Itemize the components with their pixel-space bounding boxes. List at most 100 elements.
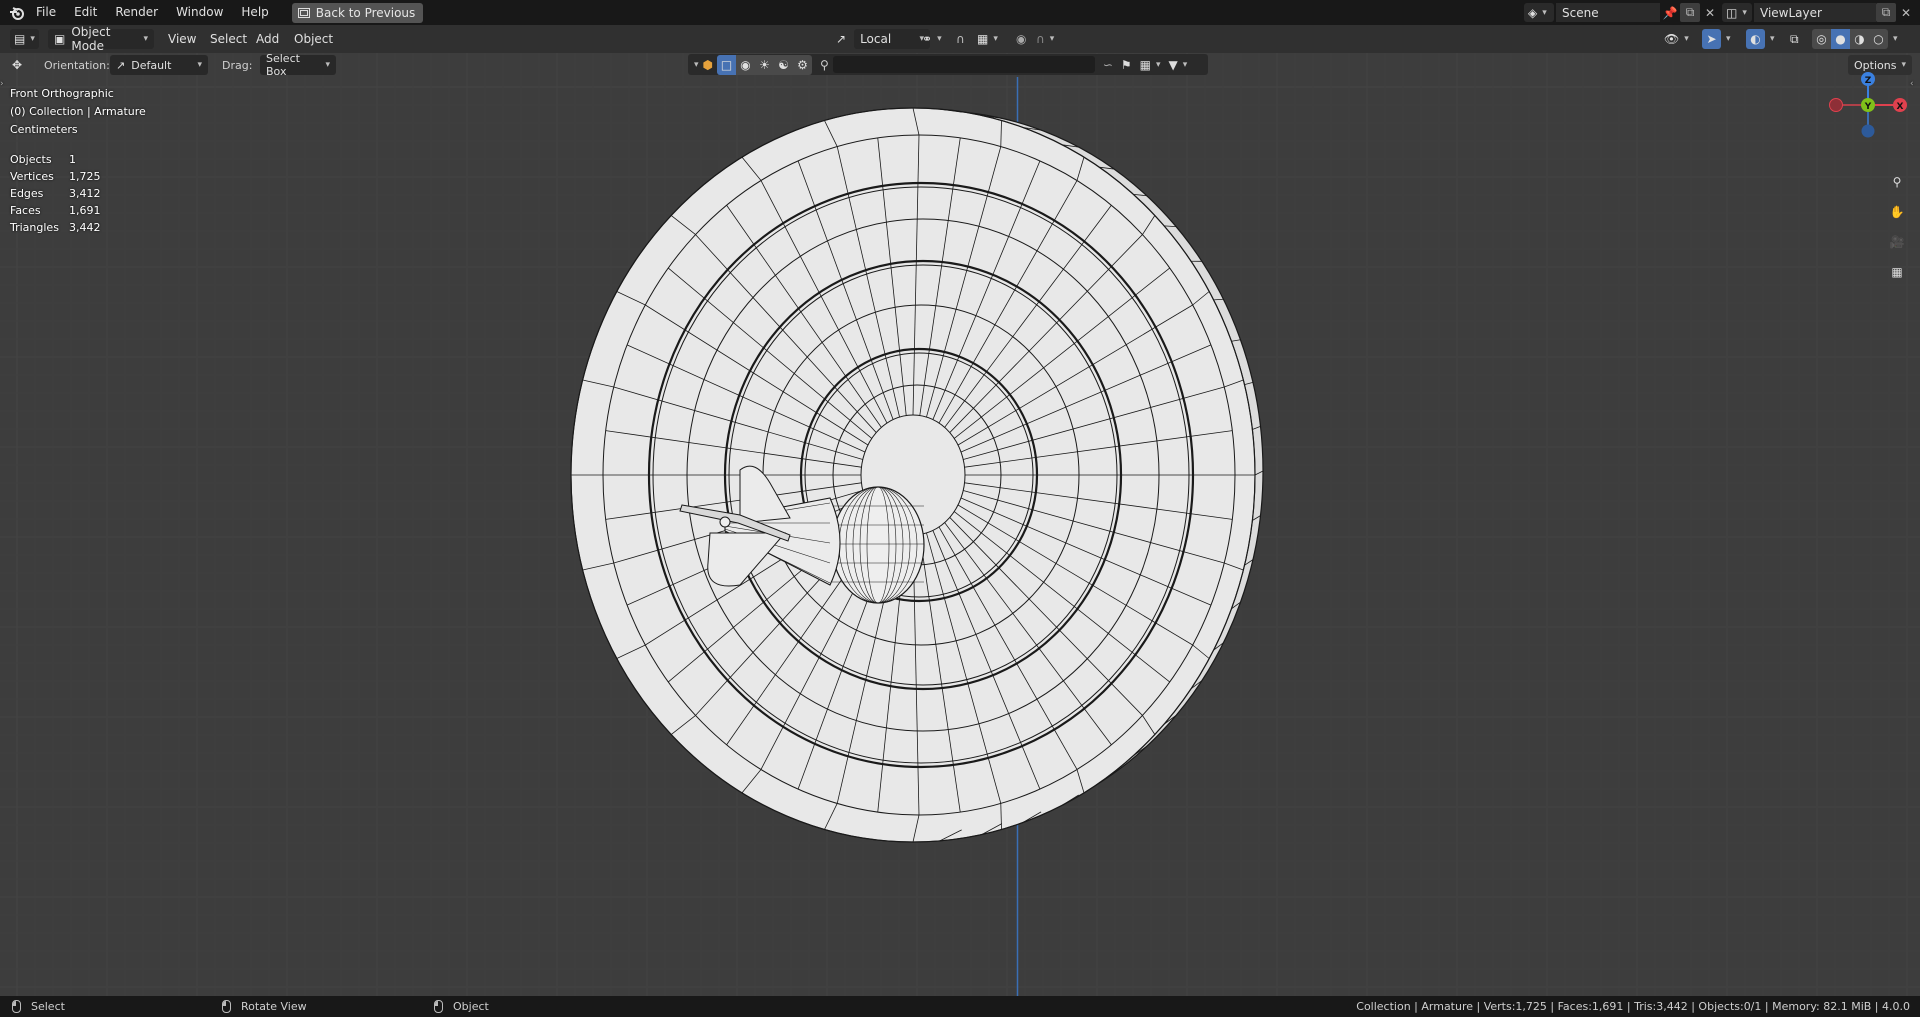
ortho-grid-icon[interactable]: ▦ [1886, 261, 1908, 283]
toolbar-expand-icon[interactable]: › [0, 79, 4, 89]
pivot-point-button[interactable]: ⚭ ▾ [922, 28, 942, 50]
menu-view[interactable]: View [168, 28, 196, 50]
chevron-down-icon: ▾ [1770, 34, 1775, 44]
scene-selector: ◈ ▾ Scene 📌 ⧉ ✕ [1524, 2, 1720, 23]
select-mode-icon[interactable]: □ [717, 54, 737, 75]
viewport-grid [0, 53, 1920, 996]
z-axis-label: Z [1865, 76, 1872, 86]
mode-dropdown[interactable]: ▣ Object Mode ▾ [48, 25, 154, 53]
drag-dropdown[interactable]: Select Box ▾ [260, 53, 336, 78]
chevron-down-icon: ▾ [1726, 34, 1731, 44]
pin-scene-icon[interactable]: 📌 [1660, 3, 1680, 22]
menu-render[interactable]: Render [106, 0, 167, 25]
magnet-icon: ∩ [956, 32, 965, 46]
stat-label: Triangles [10, 221, 59, 234]
solid-shading-icon[interactable]: ● [1831, 29, 1850, 49]
scene-info-text: Collection | Armature | Verts:1,725 | Fa… [1356, 1000, 1910, 1013]
search-input[interactable] [832, 56, 1095, 73]
wireframe-shading-icon[interactable]: ◎ [1812, 29, 1831, 49]
negative-z-axis-handle[interactable] [1861, 124, 1875, 138]
view-layer-name-field[interactable]: ViewLayer [1754, 3, 1876, 22]
mesh-object[interactable] [570, 107, 1264, 843]
material-shading-icon[interactable]: ◑ [1850, 29, 1869, 49]
transform-orientation-label: Local [860, 32, 892, 46]
new-scene-icon[interactable]: ⧉ [1680, 3, 1700, 22]
back-to-previous-button[interactable]: Back to Previous [291, 2, 424, 23]
menu-edit[interactable]: Edit [65, 0, 106, 25]
visibility-button[interactable]: 👁 ▾ [1664, 28, 1689, 50]
snap-target-button[interactable]: ▦ ▾ [977, 28, 998, 50]
scene-name-field[interactable]: Scene [1556, 3, 1660, 22]
menu-object[interactable]: Object [294, 28, 333, 50]
screen-icon [297, 7, 310, 18]
chevron-down-icon: ▾ [30, 34, 35, 44]
stat-row-objects: Objects 1 [10, 151, 101, 168]
negative-x-axis-handle[interactable] [1829, 98, 1843, 112]
pan-hand-icon[interactable]: ✋ [1886, 201, 1908, 223]
view-layer-browse-button[interactable]: ◫ ▾ [1722, 3, 1752, 22]
orientation-dropdown[interactable]: ↗ Default ▾ [110, 54, 208, 76]
display-mode-icon[interactable]: ▦ [1140, 58, 1151, 72]
overlays-icon: ◐ [1746, 29, 1765, 49]
chevron-down-icon: ▾ [325, 60, 330, 70]
xray-icon: ⧉ [1790, 31, 1799, 46]
filter-funnel-icon[interactable]: ▼ [1169, 58, 1178, 72]
view-layer-icon: ◫ [1726, 5, 1738, 20]
chevron-down-icon[interactable]: ▾ [1183, 60, 1188, 70]
collection-text: (0) Collection | Armature [10, 105, 146, 118]
light-filter-icon[interactable]: ☀ [755, 54, 775, 75]
editor-type-button[interactable]: ▤ ▾ [10, 28, 39, 50]
object-type-icon[interactable]: ⬢ [703, 58, 713, 72]
sidebar-expand-icon[interactable]: ‹ [1910, 79, 1914, 89]
chevron-down-icon: ▾ [143, 34, 148, 44]
xray-toggle[interactable]: ⧉ [1790, 28, 1799, 50]
gizmo-toggle[interactable]: ➤ ▾ [1702, 28, 1731, 50]
chevron-down-icon: ▾ [1542, 7, 1547, 18]
chevron-down-icon: ▾ [937, 34, 942, 44]
transform-orientation-dropdown[interactable]: ↗ Local ▾ [836, 28, 931, 50]
status-hint-rotate-text: Rotate View [241, 1000, 307, 1013]
stat-label: Faces [10, 204, 41, 217]
camera-icon[interactable]: 🎥 [1886, 231, 1908, 253]
status-hint-rotate: Rotate View [222, 1000, 307, 1013]
eye-icon: 👁 [1664, 32, 1680, 46]
menu-help[interactable]: Help [232, 0, 277, 25]
world-filter-icon[interactable]: ☯ [774, 54, 794, 75]
falloff-curve-icon: ∩ [1036, 32, 1045, 46]
zoom-icon[interactable]: ⚲ [1886, 171, 1908, 193]
bookmark-icon[interactable]: ⚑ [1121, 58, 1132, 72]
chevron-down-icon: ▾ [1684, 34, 1689, 44]
overlays-toggle[interactable]: ◐ ▾ [1746, 28, 1775, 50]
orientation-value: Default [131, 58, 172, 72]
proportional-editing-toggle[interactable]: ◉ [1016, 28, 1026, 50]
3d-viewport[interactable]: ✥ Orientation: ↗ Default ▾ Drag: Select Bo… [0, 53, 1920, 996]
menu-select[interactable]: Select [210, 28, 247, 50]
stat-value: 1,691 [69, 204, 101, 217]
close-scene-icon[interactable]: ✕ [1700, 3, 1720, 22]
drag-label: Drag: [222, 58, 253, 72]
proportional-falloff-button[interactable]: ∩ ▾ [1036, 28, 1054, 50]
blender-logo-icon[interactable] [4, 0, 30, 25]
right-mouse-icon [434, 1000, 443, 1013]
move-tool-icon[interactable]: ✥ [12, 54, 22, 76]
menu-file[interactable]: File [30, 0, 65, 25]
close-view-layer-icon[interactable]: ✕ [1896, 3, 1916, 22]
armature-filter-icon[interactable]: ⚙ [793, 54, 813, 75]
snap-toggle[interactable]: ∩ [956, 28, 965, 50]
mesh-filter-icon[interactable]: ◉ [736, 54, 756, 75]
rendered-shading-icon[interactable]: ○ [1869, 29, 1888, 49]
status-hint-object: Object [434, 1000, 489, 1013]
menu-add[interactable]: Add [256, 28, 279, 50]
new-view-layer-icon[interactable]: ⧉ [1876, 3, 1896, 22]
menu-window[interactable]: Window [167, 0, 232, 25]
orientation-label: Orientation: [44, 58, 110, 72]
sync-selection-icon[interactable]: ∽ [1103, 58, 1113, 72]
scene-browse-button[interactable]: ◈ ▾ [1524, 3, 1554, 22]
chevron-down-icon[interactable]: ▾ [1156, 60, 1161, 70]
top-menu-bar: File Edit Render Window Help Back to Pre… [0, 0, 1920, 25]
chevron-down-icon[interactable]: ▾ [1893, 34, 1898, 44]
axis-navigation-gizmo[interactable]: Z Y X [1826, 67, 1910, 143]
chevron-down-icon[interactable]: ▾ [694, 60, 699, 70]
stat-row-edges: Edges 3,412 [10, 185, 101, 202]
outliner-filter-bar: ▾ ⬢ □ ◉ ☀ ☯ ⚙ ⚲ ∽ ⚑ ▦ ▾ ▼ ▾ [688, 54, 1208, 75]
